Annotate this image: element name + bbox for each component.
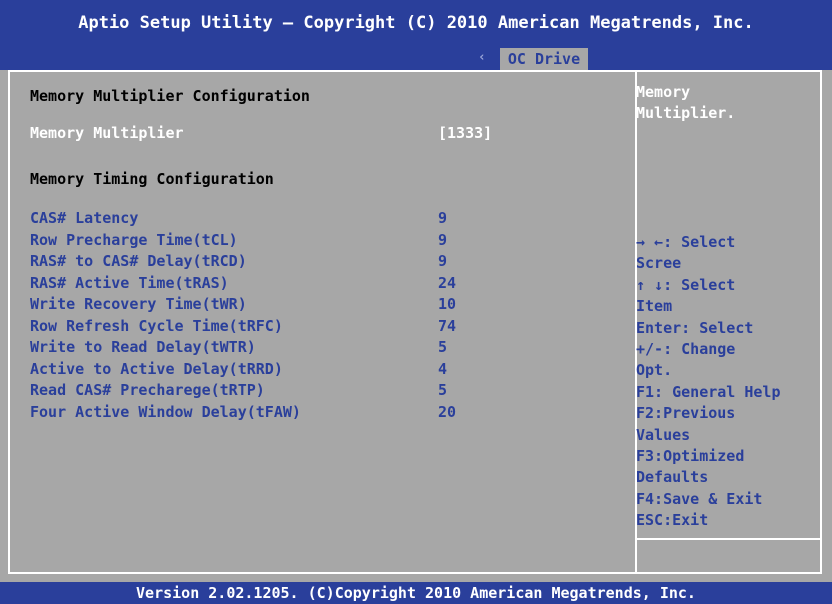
timing-value[interactable]: 9 xyxy=(438,208,447,229)
title-text: Aptio Setup Utility – Copyright (C) 2010… xyxy=(78,13,754,33)
memory-multiplier-label: Memory Multiplier xyxy=(30,124,184,142)
memory-multiplier-value[interactable]: [1333] xyxy=(438,123,492,144)
tab-strip: ‹ OC Drive xyxy=(0,46,832,70)
key-legend-line: ↑ ↓: Select xyxy=(636,275,736,294)
key-legend-line: → ←: Select xyxy=(636,233,736,251)
timing-label[interactable]: RAS# Active Time(tRAS) xyxy=(30,273,229,294)
timing-label[interactable]: Read CAS# Precharege(tRTP) xyxy=(30,380,265,401)
tab-left-arrow-icon[interactable]: ‹ xyxy=(478,50,486,65)
timing-value[interactable]: 5 xyxy=(438,337,447,358)
timing-value[interactable]: 4 xyxy=(438,359,447,380)
timing-label[interactable]: Write Recovery Time(tWR) xyxy=(30,294,247,315)
timing-value[interactable]: 10 xyxy=(438,294,456,315)
memory-multiplier-row[interactable]: Memory Multiplier xyxy=(30,123,184,144)
help-line: Memory xyxy=(636,83,691,101)
key-legend-line: +/-: Change xyxy=(636,340,736,359)
timing-label[interactable]: RAS# to CAS# Delay(tRCD) xyxy=(30,251,247,272)
title-bar: Aptio Setup Utility – Copyright (C) 2010… xyxy=(0,0,832,46)
timing-label[interactable]: Row Precharge Time(tCL) xyxy=(30,230,238,251)
key-legend-line: F1: General Help xyxy=(636,382,781,401)
timing-value[interactable]: 24 xyxy=(438,273,456,294)
help-divider xyxy=(637,538,820,540)
tab-oc-drive[interactable]: OC Drive xyxy=(500,48,588,70)
key-legend-line: Defaults xyxy=(636,468,709,487)
bios-screen: Aptio Setup Utility – Copyright (C) 2010… xyxy=(0,0,832,604)
key-legend-line: Values xyxy=(636,425,691,444)
key-legend-line: F4:Save & Exit xyxy=(636,489,763,508)
timing-label[interactable]: Row Refresh Cycle Time(tRFC) xyxy=(30,316,283,337)
help-line: Multiplier. xyxy=(636,104,736,122)
key-legend-line: F2:Previous xyxy=(636,404,736,423)
timing-value[interactable]: 9 xyxy=(438,230,447,251)
timing-value[interactable]: 5 xyxy=(438,380,447,401)
key-legend-line: Scree xyxy=(636,254,682,273)
key-legend: → ←: Select Scree ↑ ↓: Select Item Enter… xyxy=(636,232,820,532)
item-help: Memory Multiplier. xyxy=(636,82,816,124)
key-legend-line: Opt. xyxy=(636,361,673,380)
key-legend-line: ESC:Exit xyxy=(636,511,709,530)
section-title-multiplier: Memory Multiplier Configuration xyxy=(30,87,310,105)
timing-label[interactable]: Write to Read Delay(tWTR) xyxy=(30,337,256,358)
timing-value[interactable]: 9 xyxy=(438,251,447,272)
timing-value[interactable]: 20 xyxy=(438,402,456,423)
version-text: Version 2.02.1205. (C)Copyright 2010 Ame… xyxy=(136,584,696,602)
timing-label[interactable]: Active to Active Delay(tRRD) xyxy=(30,359,283,380)
key-legend-line: Enter: Select xyxy=(636,318,754,337)
timing-value[interactable]: 74 xyxy=(438,316,456,337)
section-title-timing: Memory Timing Configuration xyxy=(30,170,274,188)
timing-label[interactable]: CAS# Latency xyxy=(30,208,138,229)
timing-label[interactable]: Four Active Window Delay(tFAW) xyxy=(30,402,301,423)
key-legend-line: Item xyxy=(636,297,673,316)
footer-bar: Version 2.02.1205. (C)Copyright 2010 Ame… xyxy=(0,582,832,604)
key-legend-line: F3:Optimized xyxy=(636,447,745,466)
